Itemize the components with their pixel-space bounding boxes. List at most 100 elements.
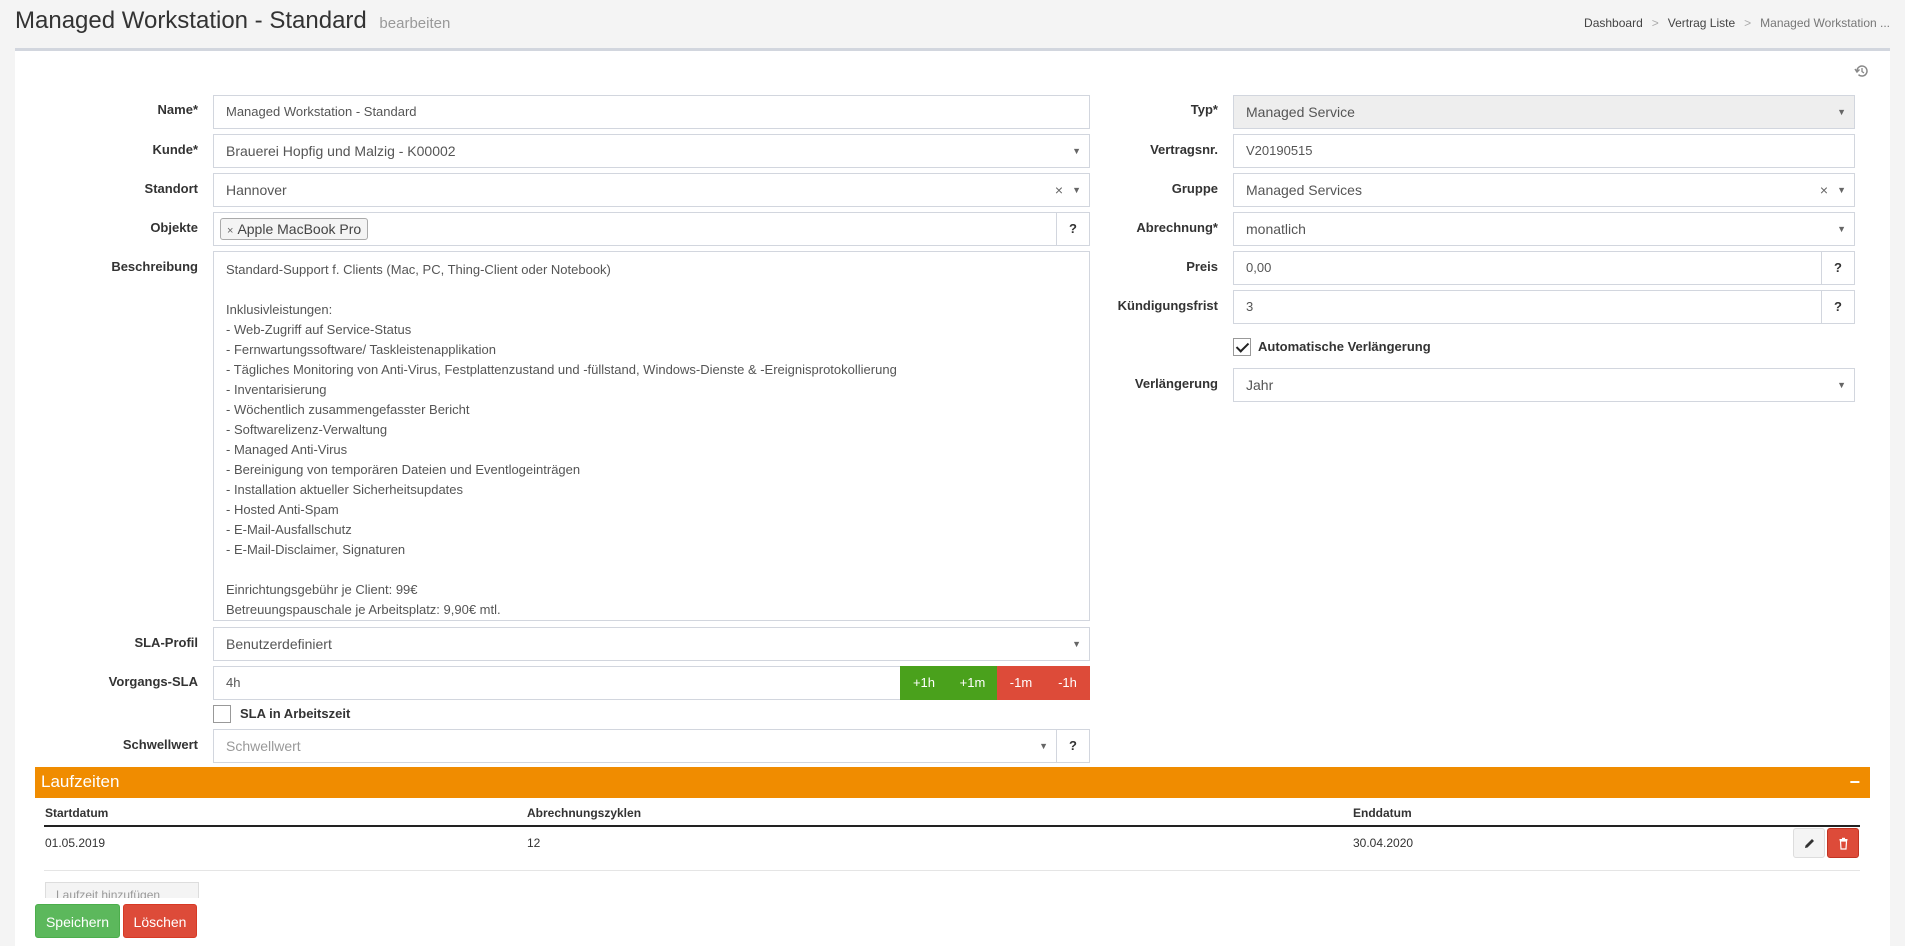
beschreibung-line: - Fernwartungssoftware/ Taskleistenappli… [226,342,497,357]
schwellwert-label: Schwellwert [122,737,198,752]
breadcrumb: Dashboard > Vertrag Liste > Managed Workstat… [1584,16,1890,30]
beschreibung-line: - Softwarelizenz-Verwaltung [226,422,388,437]
chevron-down-icon: ▼ [1837,185,1846,195]
remove-tag-icon[interactable]: × [227,225,233,237]
abrechnung-label: Abrechnung* [1136,220,1218,235]
chevron-down-icon: ▼ [1072,185,1081,195]
schwellwert-help-button[interactable]: ? [1056,729,1090,763]
kuendigungsfrist-input[interactable]: 3 [1233,290,1822,324]
kuendigungsfrist-help-button[interactable]: ? [1821,290,1855,324]
chevron-down-icon: ▼ [1837,380,1846,390]
objekt-tag: × Apple MacBook Pro [220,218,369,240]
add-laufzeit-label: Laufzeit hinzufügen [56,888,161,898]
add-1m-button[interactable]: +1m [948,666,997,700]
beschreibung-line: - Web-Zugriff auf Service-Status [226,322,412,337]
beschreibung-textarea[interactable]: Standard-Support f. Clients (Mac, PC, Th… [213,251,1090,621]
objekte-multiselect[interactable]: × Apple MacBook Pro [213,212,1057,246]
auto-verlaengerung-checkbox[interactable] [1233,338,1251,356]
objekte-label: Objekte [150,220,198,235]
clear-icon[interactable]: × [1820,174,1828,206]
column-header-enddatum[interactable]: Enddatum [1353,806,1412,820]
kuendigungsfrist-label: Kündigungsfrist [1117,298,1218,313]
sla-profil-label: SLA-Profil [134,635,198,650]
beschreibung-line: - Wöchentlich zusammengefasster Bericht [226,402,470,417]
beschreibung-line: - E-Mail-Disclaimer, Signaturen [226,542,406,557]
vorgangs-sla-input[interactable]: 4h [213,666,901,700]
standort-label: Standort [144,181,198,196]
typ-select: Managed Service ▼ [1233,95,1855,129]
objekte-help-button[interactable]: ? [1056,212,1090,246]
sla-arbeitszeit-label: SLA in Arbeitszeit [240,706,351,721]
collapse-icon[interactable]: − [1849,772,1860,793]
cell-enddatum: 30.04.2020 [1353,836,1414,850]
laufzeiten-title: Laufzeiten [41,772,120,791]
abrechnung-value: monatlich [1246,221,1306,237]
column-header-abrechnungszyklen[interactable]: Abrechnungszyklen [527,806,641,820]
standort-select[interactable]: Hannover × ▼ [213,173,1090,207]
breadcrumb-dashboard[interactable]: Dashboard [1584,16,1643,30]
name-input[interactable]: Managed Workstation - Standard [213,95,1090,129]
subtract-1m-button[interactable]: -1m [997,666,1045,700]
typ-label: Typ* [1190,102,1218,117]
delete-button[interactable]: Löschen [123,904,197,938]
history-icon[interactable] [1854,63,1870,79]
beschreibung-line: - Managed Anti-Virus [226,442,348,457]
chevron-down-icon: ▼ [1072,146,1081,156]
subtract-1h-button[interactable]: -1h [1045,666,1090,700]
verlaengerung-value: Jahr [1246,377,1274,393]
beschreibung-line: Inklusivleistungen: [226,302,333,317]
beschreibung-line: Einrichtungsgebühr je Client: 99€ [226,582,418,597]
column-header-startdatum[interactable]: Startdatum [45,806,108,820]
beschreibung-line: - Hosted Anti-Spam [226,502,339,517]
page-title: Managed Workstation - Standard bearbeite… [15,7,450,35]
laufzeiten-section-header: Laufzeiten − [35,767,1870,798]
chevron-down-icon: ▼ [1072,639,1081,649]
gruppe-label: Gruppe [1171,181,1218,196]
breadcrumb-vertrag-liste[interactable]: Vertrag Liste [1668,16,1735,30]
kunde-select[interactable]: Brauerei Hopfig und Malzig - K00002 ▼ [213,134,1090,168]
page-title-text: Managed Workstation - Standard [15,7,367,34]
add-1h-button[interactable]: +1h [900,666,948,700]
edit-button[interactable] [1793,828,1825,858]
breadcrumb-current: Managed Workstation ... [1760,16,1890,30]
save-button[interactable]: Speichern [35,904,120,938]
abrechnung-select[interactable]: monatlich ▼ [1233,212,1855,246]
schwellwert-select[interactable]: Schwellwert ▼ [213,729,1057,763]
sla-profil-select[interactable]: Benutzerdefiniert ▼ [213,627,1090,661]
trash-icon [1839,837,1848,850]
beschreibung-line [226,280,1077,300]
vertragsnr-input[interactable]: V20190515 [1233,134,1855,168]
chevron-down-icon: ▼ [1837,224,1846,234]
page-subtitle: bearbeiten [379,15,451,32]
preis-label: Preis [1186,259,1218,274]
name-label: Name* [157,102,198,117]
table-header-divider [44,825,1860,827]
gruppe-value: Managed Services [1246,182,1362,198]
beschreibung-line: - Installation aktueller Sicherheitsupda… [226,482,464,497]
verlaengerung-select[interactable]: Jahr ▼ [1233,368,1855,402]
clear-icon[interactable]: × [1055,174,1063,206]
schwellwert-placeholder: Schwellwert [226,738,301,754]
kunde-label: Kunde* [152,142,199,157]
table-row-divider [44,870,1860,871]
preis-help-button[interactable]: ? [1821,251,1855,285]
gruppe-select[interactable]: Managed Services × ▼ [1233,173,1855,207]
add-laufzeit-button[interactable]: Laufzeit hinzufügen [45,882,199,898]
vorgangs-sla-label: Vorgangs-SLA [108,674,198,689]
preis-input[interactable]: 0,00 [1233,251,1822,285]
beschreibung-line: Betreuungspauschale je Arbeitsplatz: 9,9… [226,602,501,617]
beschreibung-label: Beschreibung [111,259,198,274]
cell-startdatum: 01.05.2019 [45,836,106,850]
kunde-value: Brauerei Hopfig und Malzig - K00002 [226,143,456,159]
chevron-down-icon: ▼ [1837,107,1846,117]
standort-value: Hannover [226,182,287,198]
beschreibung-line: Standard-Support f. Clients (Mac, PC, Th… [226,262,611,277]
sla-arbeitszeit-checkbox[interactable] [213,705,231,723]
chevron-down-icon: ▼ [1039,741,1048,751]
cell-abrechnungszyklen: 12 [527,836,541,850]
pencil-icon [1805,839,1814,848]
objekt-tag-label: Apple MacBook Pro [237,221,362,237]
delete-row-button[interactable] [1827,828,1859,858]
beschreibung-line: - E-Mail-Ausfallschutz [226,522,352,537]
beschreibung-line: - Inventarisierung [226,382,327,397]
